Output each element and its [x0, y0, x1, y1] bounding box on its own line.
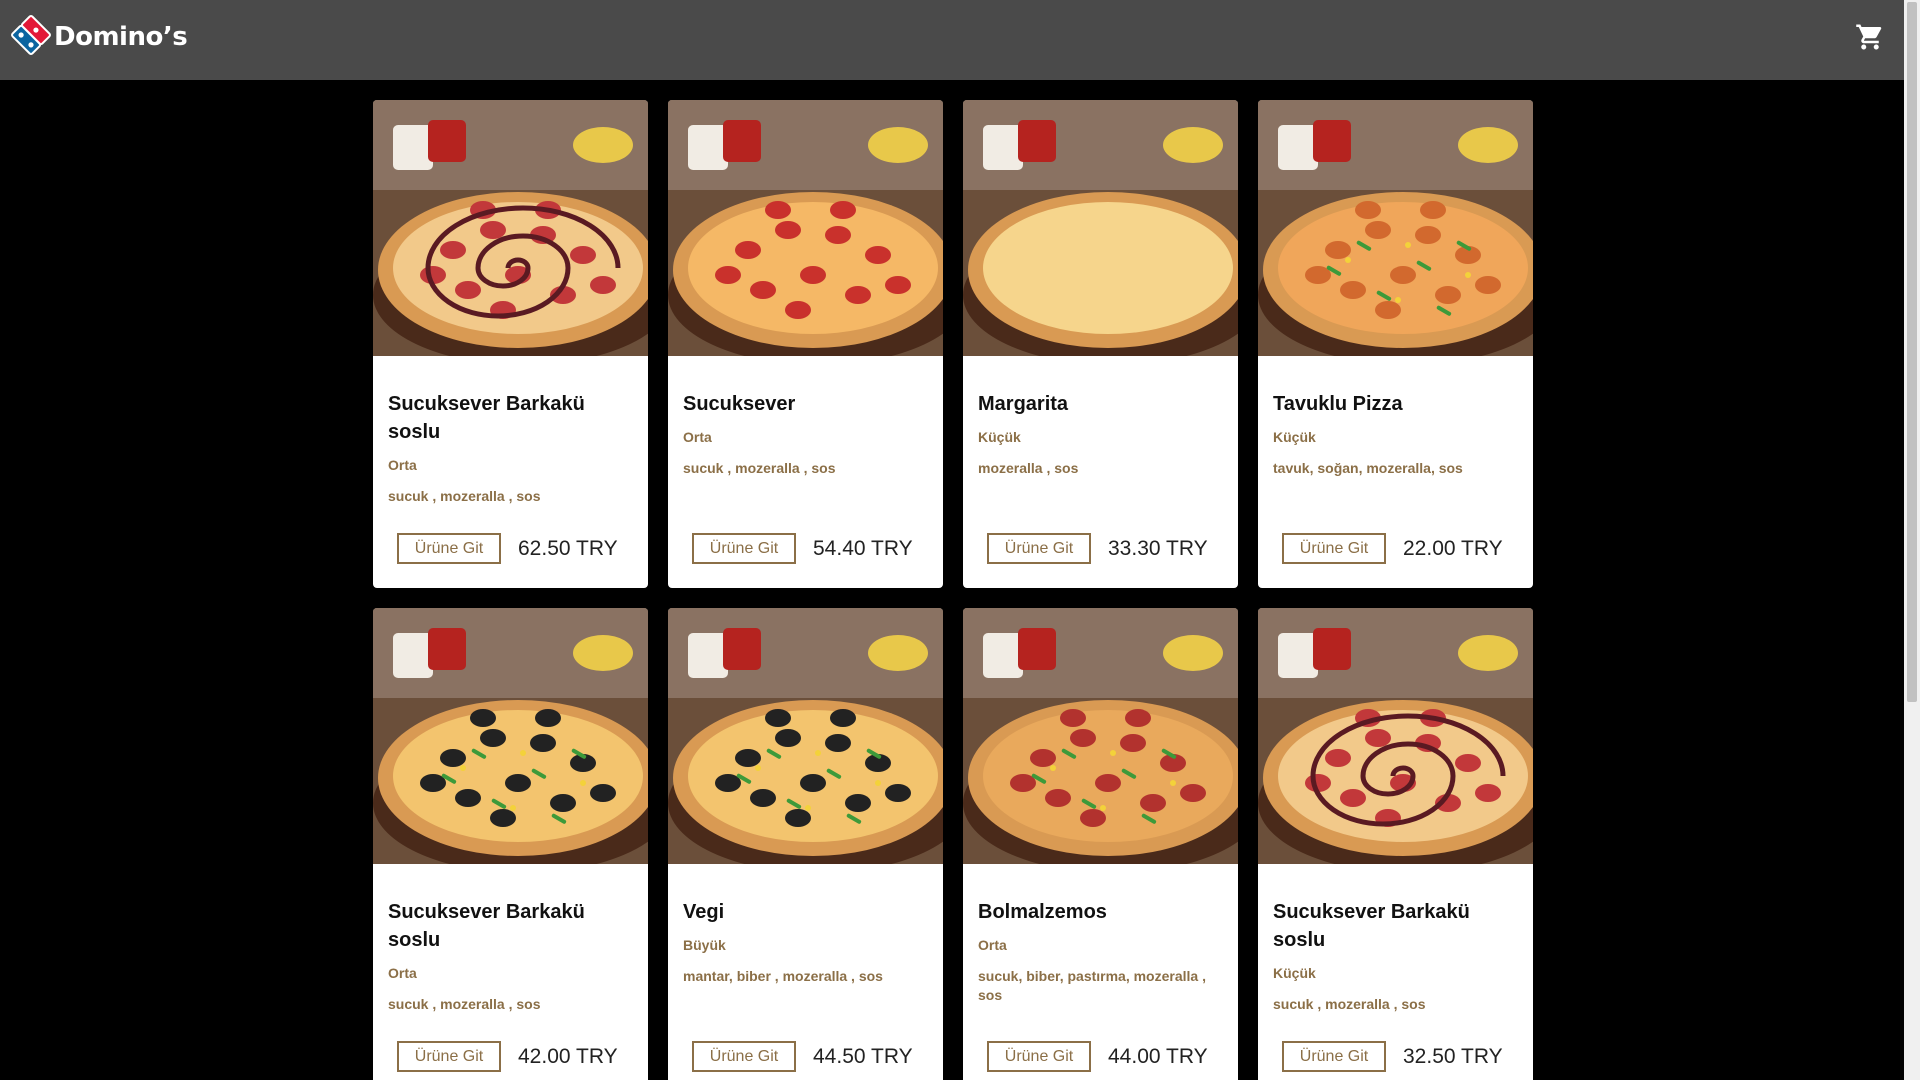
product-image[interactable] [668, 608, 943, 864]
product-ingredients: tavuk, soğan, mozeralla, sos [1273, 460, 1463, 476]
veggie-pizza-image [373, 608, 648, 864]
product-size: Orta [388, 457, 417, 473]
product-image[interactable] [963, 608, 1238, 864]
product-size: Küçük [978, 429, 1021, 445]
product-name: Sucuksever Barkakü soslu [388, 901, 585, 951]
product-card: Sucuksever Barkakü soslu Küçük sucuk , moz… [1258, 608, 1533, 1080]
go-to-product-button[interactable]: Ürüne Git [1282, 1041, 1386, 1072]
product-price: 44.00 TRY [1108, 1044, 1208, 1068]
product-card: Sucuksever Barkakü soslu Orta sucuk , moze… [373, 100, 648, 588]
product-size: Büyük [683, 937, 726, 953]
product-name: Sucuksever Barkakü soslu [1273, 901, 1470, 951]
product-image[interactable] [668, 100, 943, 356]
dominos-logo[interactable]: Domino’s [11, 15, 188, 55]
brand-name: Domino’s [54, 21, 188, 52]
pepperoni-pizza-image [668, 100, 943, 356]
product-card: Margarita Küçük mozeralla , sos Ürüne Git 33… [963, 100, 1238, 588]
margarita-pizza-image [963, 100, 1238, 356]
product-name: Vegi [683, 901, 725, 923]
product-card: Vegi Büyük mantar, biber , mozeralla , sos… [668, 608, 943, 1080]
product-image[interactable] [1258, 100, 1533, 356]
top-navbar: Domino’s [0, 0, 1904, 80]
product-ingredients: sucuk , mozeralla , sos [388, 488, 541, 504]
go-to-product-button[interactable]: Ürüne Git [692, 1041, 796, 1072]
bbq-spiral-pizza-image [1258, 608, 1533, 864]
go-to-product-button[interactable]: Ürüne Git [987, 533, 1091, 564]
product-ingredients: mozeralla , sos [978, 460, 1079, 476]
page-scrollbar[interactable] [1904, 0, 1920, 1080]
product-name: Tavuklu Pizza [1273, 393, 1403, 415]
product-name: Bolmalzemos [978, 901, 1107, 923]
product-size: Orta [683, 429, 712, 445]
product-price: 44.50 TRY [813, 1044, 913, 1068]
bbq-spiral-pizza-image [373, 100, 648, 356]
supreme-pizza-image [963, 608, 1238, 864]
veggie-pizza-image [668, 608, 943, 864]
product-name: Margarita [978, 393, 1069, 415]
shopping-cart-icon[interactable] [1855, 22, 1885, 52]
product-image[interactable] [373, 100, 648, 356]
dominos-logo-icon [11, 15, 51, 55]
product-price: 22.00 TRY [1403, 536, 1503, 560]
go-to-product-button[interactable]: Ürüne Git [397, 533, 501, 564]
product-image[interactable] [963, 100, 1238, 356]
product-card: Bolmalzemos Orta sucuk, biber, pastırma, m… [963, 608, 1238, 1080]
product-size: Küçük [1273, 429, 1316, 445]
product-size: Orta [388, 965, 417, 981]
scrollbar-thumb[interactable] [1907, 2, 1917, 702]
chicken-pizza-image [1258, 100, 1533, 356]
go-to-product-button[interactable]: Ürüne Git [397, 1041, 501, 1072]
product-ingredients: sucuk , mozeralla , sos [388, 996, 541, 1012]
product-grid: Sucuksever Barkakü soslu Orta sucuk , moze… [373, 100, 1533, 1080]
product-card: Tavuklu Pizza Küçük tavuk, soğan, mozerall… [1258, 100, 1533, 588]
go-to-product-button[interactable]: Ürüne Git [692, 533, 796, 564]
product-price: 32.50 TRY [1403, 1044, 1503, 1068]
product-price: 62.50 TRY [518, 536, 618, 560]
product-card: Sucuksever Orta sucuk , mozeralla , sos Ürü… [668, 100, 943, 588]
product-price: 42.00 TRY [518, 1044, 618, 1068]
product-ingredients: mantar, biber , mozeralla , sos [683, 968, 883, 984]
product-price: 54.40 TRY [813, 536, 913, 560]
product-name: Sucuksever [683, 393, 796, 415]
product-name: Sucuksever Barkakü soslu [388, 393, 585, 443]
product-ingredients: sucuk, biber, pastırma, mozeralla , sos [978, 968, 1206, 1003]
product-card: Sucuksever Barkakü soslu Orta sucuk , moze… [373, 608, 648, 1080]
product-ingredients: sucuk , mozeralla , sos [1273, 996, 1426, 1012]
product-image[interactable] [1258, 608, 1533, 864]
product-size: Küçük [1273, 965, 1316, 981]
product-price: 33.30 TRY [1108, 536, 1208, 560]
product-image[interactable] [373, 608, 648, 864]
go-to-product-button[interactable]: Ürüne Git [1282, 533, 1386, 564]
product-size: Orta [978, 937, 1007, 953]
product-ingredients: sucuk , mozeralla , sos [683, 460, 836, 476]
go-to-product-button[interactable]: Ürüne Git [987, 1041, 1091, 1072]
